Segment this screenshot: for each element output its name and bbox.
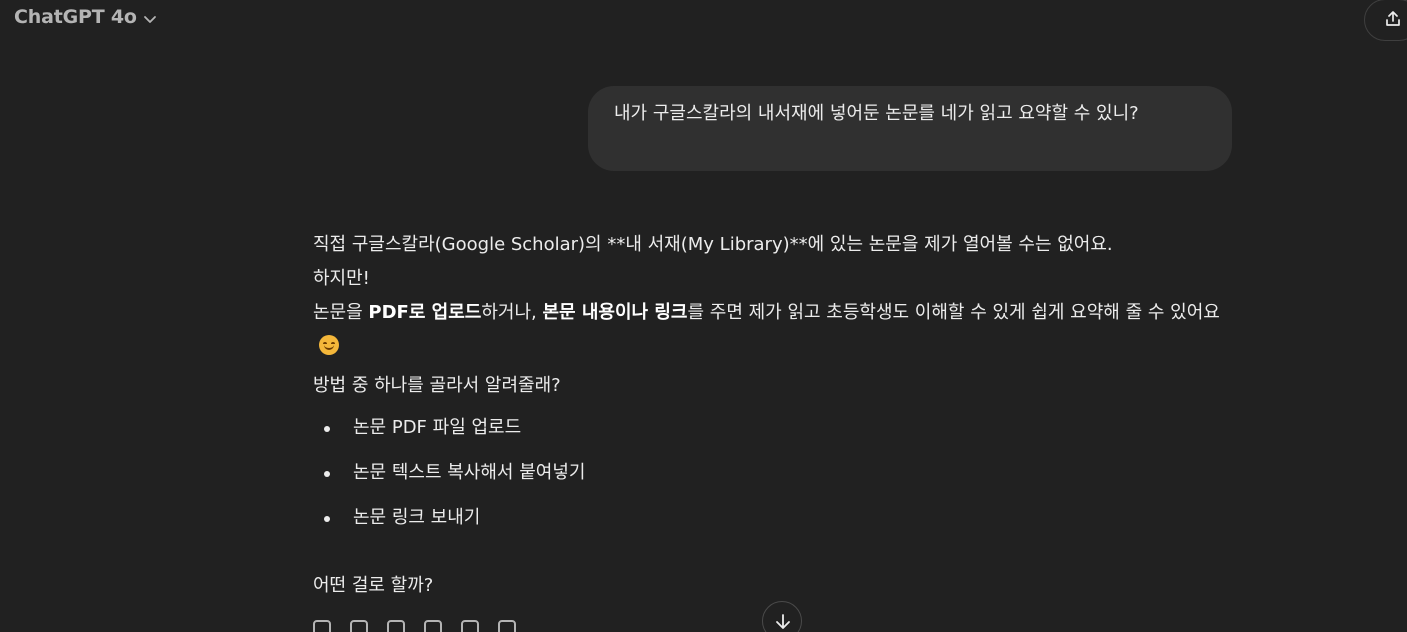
- list-item: 논문 텍스트 복사해서 붙여넣기: [313, 456, 1233, 490]
- model-selector[interactable]: ChatGPT 4o: [14, 6, 157, 28]
- assistant-paragraph: 논문을 PDF로 업로드하거나, 본문 내용이나 링크를 주면 제가 읽고 초등…: [313, 296, 1233, 364]
- assistant-paragraph: 하지만!: [313, 268, 370, 289]
- assistant-closing: 어떤 걸로 할까?: [313, 575, 434, 596]
- chat-window: ChatGPT 4o 내가 구글스칼라의 내서재에 넣어둔 논문를 네가 읽고 …: [0, 0, 1407, 632]
- thumbs-up-icon[interactable]: [350, 620, 368, 632]
- user-message-text: 내가 구글스칼라의 내서재에 넣어둔 논문를 네가 읽고 요약할 수 있니?: [614, 103, 1139, 124]
- share-button[interactable]: [1364, 0, 1407, 41]
- list-item: 논문 PDF 파일 업로드: [313, 411, 1233, 445]
- bold-text: PDF로 업로드: [368, 302, 482, 323]
- model-name: ChatGPT 4o: [14, 6, 137, 28]
- header: ChatGPT 4o: [0, 0, 1407, 41]
- user-message-bubble: 내가 구글스칼라의 내서재에 넣어둔 논문를 네가 읽고 요약할 수 있니?: [588, 86, 1232, 171]
- text-run: 를 주면 제가 읽고 초등학생도 이해할 수 있게 쉽게 요약해 줄 수 있어요: [687, 302, 1220, 323]
- assistant-message: 직접 구글스칼라(Google Scholar)의 **내 서재(My Libr…: [313, 228, 1233, 546]
- text-run: 논문을: [313, 302, 369, 323]
- chevron-down-icon: [143, 11, 157, 25]
- message-actions: [313, 620, 516, 632]
- assistant-paragraph: 직접 구글스칼라(Google Scholar)의 **내 서재(My Libr…: [313, 234, 1113, 255]
- copy-icon[interactable]: [313, 620, 331, 632]
- edit-icon[interactable]: [461, 620, 479, 632]
- regenerate-icon[interactable]: [498, 620, 516, 632]
- share-icon: [1386, 11, 1400, 26]
- list-item: 논문 링크 보내기: [313, 501, 1233, 535]
- smiling-face-emoji-icon: [319, 335, 339, 355]
- arrow-down-icon: [776, 614, 790, 629]
- thumbs-down-icon[interactable]: [387, 620, 405, 632]
- bold-text: 본문 내용이나 링크: [542, 302, 688, 323]
- read-aloud-icon[interactable]: [424, 620, 442, 632]
- text-run: 하거나,: [481, 302, 543, 323]
- options-list: 논문 PDF 파일 업로드 논문 텍스트 복사해서 붙여넣기 논문 링크 보내기: [313, 411, 1233, 535]
- scroll-to-bottom-button[interactable]: [762, 601, 802, 632]
- assistant-paragraph: 방법 중 하나를 골라서 알려줄래?: [313, 375, 561, 396]
